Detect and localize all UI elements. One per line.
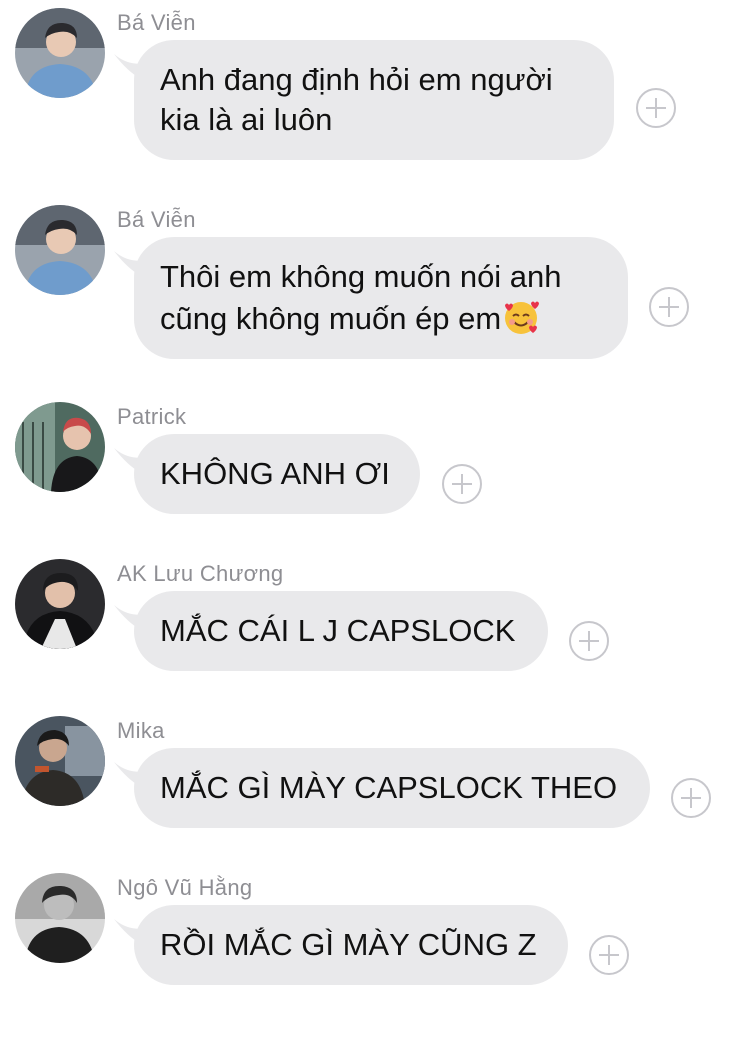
add-reaction-icon[interactable] [588,934,630,976]
sender-name: Bá Viễn [117,10,196,35]
message-text-line: MẮC CÁI L J CAPSLOCK [160,613,516,648]
message-bubble[interactable]: RỒI MẮC GÌ MÀY CŨNG Z [134,905,568,985]
smiling-face-with-hearts-emoji [505,301,540,334]
sender-name: Patrick [117,404,187,429]
message-row: Ngô Vũ Hằng RỒI MẮC GÌ MÀY CŨNG Z [0,865,750,1040]
message-row: Mika MẮC GÌ MÀY CAPSLOCK THEO [0,708,750,883]
message-text-line: MẮC GÌ MÀY CAPSLOCK THEO [160,770,618,805]
avatar[interactable] [15,559,105,649]
message-text-line: KHÔNG ANH ƠI [160,456,390,491]
add-reaction-icon[interactable] [648,286,690,328]
avatar[interactable] [15,205,105,295]
add-reaction-icon[interactable] [670,777,712,819]
add-reaction-icon[interactable] [635,87,677,129]
message-bubble[interactable]: MẮC CÁI L J CAPSLOCK [134,591,548,671]
message-bubble[interactable]: MẮC GÌ MÀY CAPSLOCK THEO [134,748,650,828]
message-row: Patrick KHÔNG ANH ƠI [0,394,750,569]
message-row: Bá Viễn Thôi em không muốn nói anh cũng … [0,197,750,372]
avatar[interactable] [15,402,105,492]
avatar[interactable] [15,873,105,963]
message-text-line: cũng không muốn ép em [160,301,502,336]
message-bubble[interactable]: KHÔNG ANH ƠI [134,434,420,514]
message-row: Bá Viễn Anh đang định hỏi em người kia l… [0,0,750,175]
add-reaction-icon[interactable] [568,620,610,662]
message-bubble[interactable]: Anh đang định hỏi em người kia là ai luô… [134,40,614,160]
message-text-line: kia là ai luôn [160,102,333,137]
add-reaction-icon[interactable] [441,463,483,505]
sender-name: AK Lưu Chương [117,561,284,586]
message-text-line: Anh đang định hỏi em người [160,62,553,97]
avatar[interactable] [15,8,105,98]
sender-name: Ngô Vũ Hằng [117,875,253,900]
sender-name: Mika [117,718,165,743]
chat-thread: Bá Viễn Anh đang định hỏi em người kia l… [0,0,750,1010]
message-text-line: Thôi em không muốn nói anh [160,259,562,294]
message-row: AK Lưu Chương MẮC CÁI L J CAPSLOCK [0,551,750,726]
avatar[interactable] [15,716,105,806]
sender-name: Bá Viễn [117,207,196,232]
message-bubble[interactable]: Thôi em không muốn nói anh cũng không mu… [134,237,628,359]
message-text-line: RỒI MẮC GÌ MÀY CŨNG Z [160,927,537,962]
